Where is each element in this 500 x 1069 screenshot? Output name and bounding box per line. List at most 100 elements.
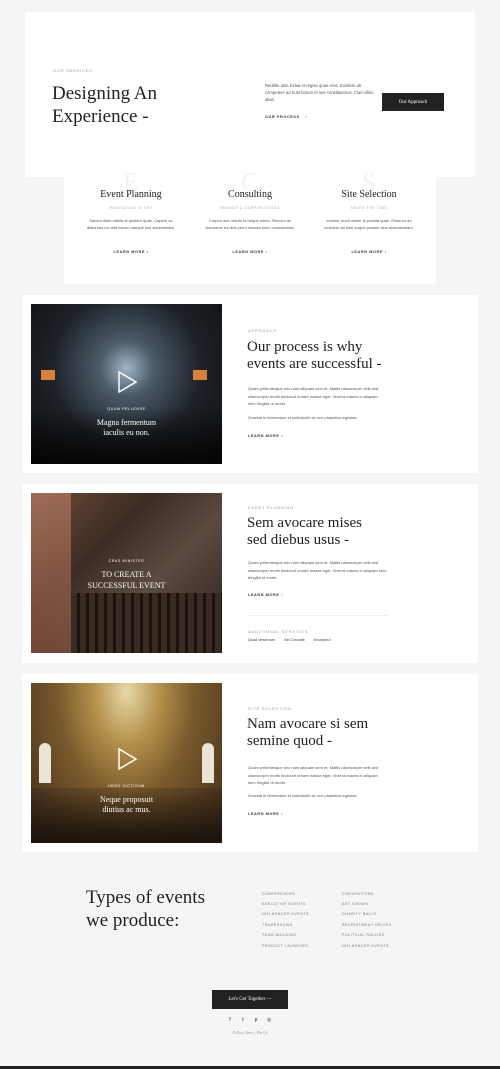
learn-more-label: LEARN MORE <box>248 812 280 816</box>
service-card: E Event Planning INNOVATION IS KEY Sanvo… <box>69 160 193 284</box>
feature-body: Quam pellentesque nec nam aliquam sem et… <box>248 386 379 407</box>
photo-caption-small: QUAM PELLENSE <box>107 407 146 411</box>
service-title: Site Selection <box>341 189 397 200</box>
service-tag: INNOVATION IS KEY <box>109 206 153 210</box>
event-type: POLITICAL RALLIES <box>342 933 385 937</box>
chevron-right-icon: › <box>281 593 284 597</box>
feature-eyebrow: APPROACH <box>248 328 277 333</box>
feature-approach: QUAM PELLENSE Magna fermentum iaculis eu… <box>22 295 478 473</box>
feature-event-planning: CRAS MINISTER TO CREATE A SUCCESSFUL EVE… <box>22 484 478 663</box>
event-type: CONFERENCES <box>262 892 296 896</box>
photo-caption-small: HERO VICTIOUM <box>108 784 145 788</box>
play-icon[interactable] <box>116 748 138 770</box>
feature-title: Our process is why events are successful… <box>247 339 382 373</box>
balcony-railing <box>71 593 222 653</box>
service-title: Event Planning <box>100 189 162 200</box>
chevron-right-icon: › <box>265 250 268 254</box>
chevron-right-icon: › <box>281 434 284 438</box>
chevron-right-icon: › <box>146 250 149 254</box>
our-process-label: OUR PROCESS <box>265 115 300 119</box>
additional-service-item[interactable]: Excepteur <box>314 638 331 642</box>
feature-title-line1: Nam avocare si sem <box>247 716 369 732</box>
learn-more-label: LEARN MORE <box>232 250 264 254</box>
feature-title-line2: sed diebus usus - <box>247 532 350 548</box>
photo-caption: TO CREATE A SUCCESSFUL EVENT <box>31 569 222 591</box>
feature-body: Quam pellentesque nec nam aliquam sem et… <box>248 765 379 786</box>
types-title: Types of events we produce: <box>86 886 205 932</box>
event-type: PRODUCT LAUNCHES <box>262 944 309 948</box>
additional-service-item[interactable]: Quad Vesibnum <box>248 638 275 642</box>
hero-title-line1: Designing An <box>52 83 158 104</box>
chevron-right-icon: › <box>384 250 387 254</box>
service-learn-more[interactable]: LEARN MORE › <box>307 250 431 254</box>
stage-light-left <box>41 370 55 380</box>
play-icon[interactable] <box>116 371 138 393</box>
divider <box>248 615 388 616</box>
window-right <box>202 743 214 783</box>
additional-services-list: Quad Vesibnum Ilai Convallit Excepteur <box>248 638 331 642</box>
stage-light-right <box>193 370 207 380</box>
types-title-line1: Types of events <box>86 887 205 908</box>
photo-caption-line2: iaculis eu non. <box>103 428 150 437</box>
service-desc: Invener modi muller te porsita quae. Eiu… <box>324 218 414 230</box>
our-approach-button[interactable]: Our Approach <box>382 93 444 111</box>
learn-more-label: LEARN MORE <box>351 250 383 254</box>
service-tag: BRANDS & CORPORATIONS <box>220 206 280 210</box>
photo-caption-line2: diutius ac mus. <box>102 805 151 814</box>
feature-title-line1: Our process is why <box>247 339 363 355</box>
service-tag: SAVES THE TIME <box>350 206 388 210</box>
hero-eyebrow: OUR SERVICES <box>53 68 93 73</box>
chevron-right-icon: › <box>281 812 284 816</box>
event-type: INFLUENCER EVENTS <box>262 912 309 916</box>
our-process-link[interactable]: OUR PROCESS › <box>265 115 307 119</box>
photo-caption: Neque proposuit diutius ac mus. <box>31 795 222 815</box>
feature-eyebrow: SITE SELECTION <box>248 706 292 711</box>
learn-more-label: LEARN MORE <box>248 434 280 438</box>
feature-title-line2: events are successful - <box>247 356 382 372</box>
feature-title: Nam avocare si sem semine quod - <box>247 716 368 750</box>
additional-services-label: ADDITIONAL SERVICES <box>248 629 309 634</box>
feature-learn-more[interactable]: LEARN MORE › <box>248 593 283 597</box>
feature-eyebrow: EVENT PLANNING <box>248 505 295 510</box>
lets-get-together-button[interactable]: Let's Get Together — <box>212 990 288 1009</box>
service-desc: Corpori ado merito te neque nemo. Renovo… <box>205 218 295 230</box>
feature-learn-more[interactable]: LEARN MORE › <box>248 434 283 438</box>
service-learn-more[interactable]: LEARN MORE › <box>188 250 312 254</box>
concert-photo: QUAM PELLENSE Magna fermentum iaculis eu… <box>31 304 222 464</box>
facebook-icon[interactable]: f <box>226 1017 234 1023</box>
photo-caption-line1: Neque proposuit <box>99 795 154 804</box>
event-type: RECRUITMENT DRIVES <box>342 923 392 927</box>
event-type: CONVENTIONS <box>342 892 374 896</box>
service-title: Consulting <box>228 189 272 200</box>
photo-caption: Magna fermentum iaculis eu non. <box>31 418 222 438</box>
hero-title: Designing An Experience - <box>52 82 157 128</box>
types-title-line2: we produce: <box>86 910 180 931</box>
instagram-icon[interactable]: ◎ <box>265 1017 273 1023</box>
event-type: TEAM BUILDING <box>262 933 297 937</box>
photo-caption-small: CRAS MINISTER <box>108 559 145 563</box>
feature-learn-more[interactable]: LEARN MORE › <box>248 812 283 816</box>
learn-more-label: LEARN MORE <box>113 250 145 254</box>
service-desc: Sanvol diam habits et quidem quae. Caper… <box>86 218 176 230</box>
additional-service-item[interactable]: Ilai Convallit <box>284 638 304 642</box>
hero-text: Reddite ante tridua et regiae quae eros.… <box>265 83 374 102</box>
feature-body-2: Gravida in fermentum et sollicitudin ac … <box>248 793 358 798</box>
feature-site-selection: HERO VICTIOUM Neque proposuit diutius ac… <box>22 674 478 852</box>
feature-title-line2: semine quod - <box>247 733 332 749</box>
dome-hall-photo: HERO VICTIOUM Neque proposuit diutius ac… <box>31 683 222 843</box>
event-type: CHARITY BALLS <box>342 912 377 916</box>
photo-caption-line2: SUCCESSFUL EVENT <box>87 581 166 590</box>
photo-caption-line1: Magna fermentum <box>96 418 157 427</box>
service-learn-more[interactable]: LEARN MORE › <box>69 250 193 254</box>
window-left <box>39 743 51 783</box>
hero-section: OUR SERVICES Designing An Experience - R… <box>25 12 475 177</box>
photo-caption-line1: TO CREATE A <box>101 570 152 579</box>
pinterest-icon[interactable]: p <box>252 1017 260 1023</box>
services-section: E Event Planning INNOVATION IS KEY Sanvo… <box>64 160 436 284</box>
twitter-icon[interactable]: t <box>239 1017 247 1023</box>
footer-tagline: Follow, Share, Pin Us <box>232 1030 268 1035</box>
event-type: EXECUTIVE EVENTS <box>262 902 306 906</box>
event-type: INFLUENCER EVENTS <box>342 944 389 948</box>
service-card: S Site Selection SAVES THE TIME Invener … <box>307 160 431 284</box>
feature-body-2: Gravida in fermentum et sollicitudin ac … <box>248 415 358 420</box>
